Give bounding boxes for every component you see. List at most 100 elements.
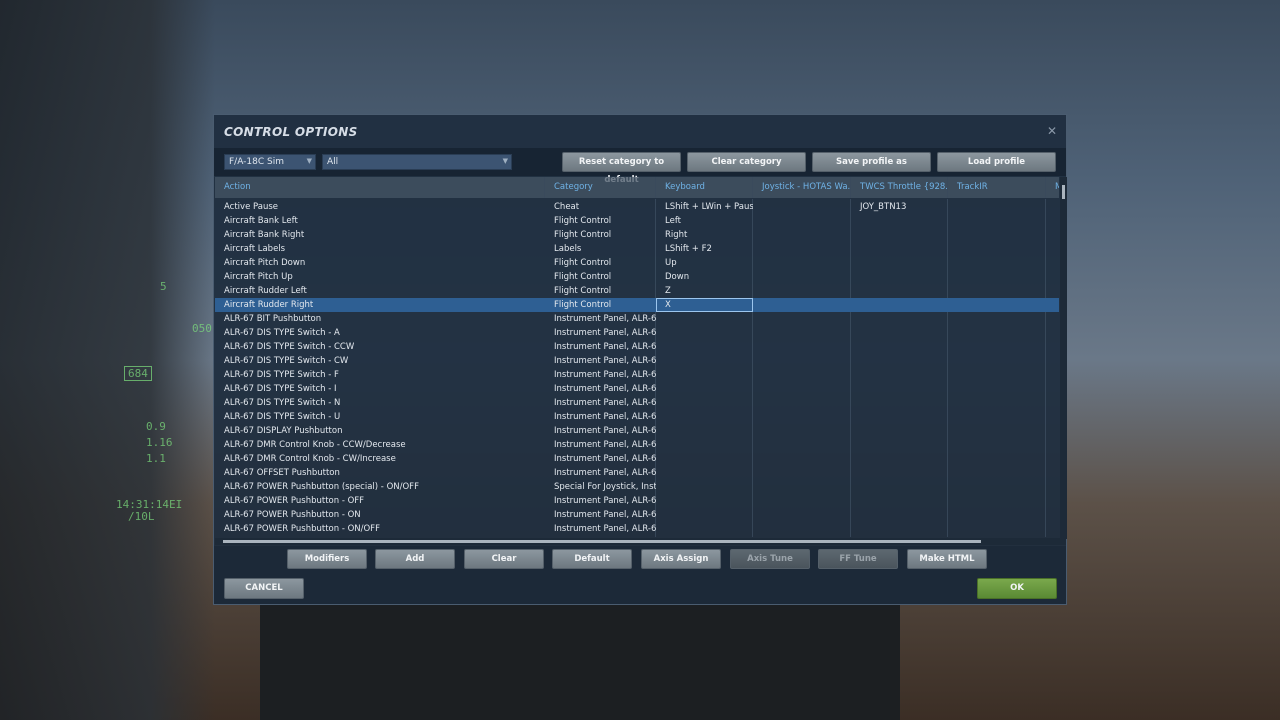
cell-joystick[interactable] xyxy=(753,480,851,494)
cell-category[interactable]: Flight Control xyxy=(545,284,656,298)
scrollbar-thumb[interactable] xyxy=(1062,185,1065,199)
cell-trackir[interactable] xyxy=(948,466,1046,480)
cell-keyboard[interactable]: LShift + F2 xyxy=(656,242,753,256)
cell-joystick[interactable] xyxy=(753,438,851,452)
horizontal-scrollbar[interactable] xyxy=(215,538,1066,545)
cell-category[interactable]: Labels xyxy=(545,242,656,256)
cell-trackir[interactable] xyxy=(948,438,1046,452)
cell-action[interactable]: ALR-67 POWER Pushbutton (special) - ON/O… xyxy=(215,480,545,494)
cell-keyboard[interactable]: Up xyxy=(656,256,753,270)
cell-keyboard[interactable] xyxy=(656,410,753,424)
cell-joystick[interactable] xyxy=(753,396,851,410)
cell-keyboard[interactable] xyxy=(656,424,753,438)
cell-action[interactable]: ALR-67 BIT Pushbutton xyxy=(215,312,545,326)
cell-twcs[interactable] xyxy=(851,438,948,452)
table-row[interactable]: ALR-67 BIT Pushbutton Instrument Panel, A… xyxy=(215,312,1059,326)
axis-tune-button[interactable]: Axis Tune xyxy=(730,549,810,569)
table-row[interactable]: Aircraft Labels Labels LShift + F2 xyxy=(215,242,1059,256)
cell-trackir[interactable] xyxy=(948,326,1046,340)
cell-trackir[interactable] xyxy=(948,312,1046,326)
cell-trackir[interactable] xyxy=(948,508,1046,522)
cell-action[interactable]: Aircraft Rudder Left xyxy=(215,284,545,298)
table-row[interactable]: ALR-67 POWER Pushbutton (special) - ON/O… xyxy=(215,480,1059,494)
modifiers-button[interactable]: Modifiers xyxy=(287,549,367,569)
clear-button[interactable]: Clear xyxy=(464,549,544,569)
cell-trackir[interactable] xyxy=(948,242,1046,256)
cell-joystick[interactable] xyxy=(753,354,851,368)
cell-category[interactable]: Instrument Panel, ALR-67 xyxy=(545,424,656,438)
cell-action[interactable]: Aircraft Rudder Right xyxy=(215,298,545,312)
table-row[interactable]: ALR-67 POWER Pushbutton - ON/OFF Instrume… xyxy=(215,522,1059,536)
cell-twcs[interactable] xyxy=(851,312,948,326)
cell-keyboard[interactable]: LShift + LWin + Pause xyxy=(656,200,753,214)
cell-category[interactable]: Flight Control xyxy=(545,298,656,312)
cell-twcs[interactable] xyxy=(851,214,948,228)
cell-category[interactable]: Flight Control xyxy=(545,270,656,284)
cell-twcs[interactable] xyxy=(851,508,948,522)
cell-action[interactable]: ALR-67 DIS TYPE Switch - CW xyxy=(215,354,545,368)
cell-action[interactable]: Active Pause xyxy=(215,200,545,214)
cell-action[interactable]: ALR-67 DIS TYPE Switch - F xyxy=(215,368,545,382)
vertical-scrollbar[interactable] xyxy=(1060,177,1067,539)
cell-keyboard[interactable] xyxy=(656,340,753,354)
ff-tune-button[interactable]: FF Tune xyxy=(818,549,898,569)
table-row[interactable]: ALR-67 OFFSET Pushbutton Instrument Panel… xyxy=(215,466,1059,480)
cell-twcs[interactable] xyxy=(851,228,948,242)
cell-category[interactable]: Instrument Panel, ALR-67 xyxy=(545,466,656,480)
cell-keyboard[interactable]: Down xyxy=(656,270,753,284)
cell-joystick[interactable] xyxy=(753,298,851,312)
cell-joystick[interactable] xyxy=(753,410,851,424)
cell-category[interactable]: Instrument Panel, ALR-67 xyxy=(545,368,656,382)
cell-trackir[interactable] xyxy=(948,200,1046,214)
column-header-throttle[interactable]: TWCS Throttle {928... xyxy=(851,177,948,198)
close-icon[interactable]: ✕ xyxy=(1047,124,1057,138)
cell-twcs[interactable] xyxy=(851,284,948,298)
table-row[interactable]: ALR-67 DIS TYPE Switch - I Instrument Pan… xyxy=(215,382,1059,396)
cell-keyboard[interactable] xyxy=(656,438,753,452)
axis-assign-button[interactable]: Axis Assign xyxy=(641,549,721,569)
cell-category[interactable]: Instrument Panel, ALR-67 xyxy=(545,508,656,522)
clear-category-button[interactable]: Clear category xyxy=(687,152,806,172)
cell-joystick[interactable] xyxy=(753,494,851,508)
cell-joystick[interactable] xyxy=(753,200,851,214)
cell-keyboard[interactable] xyxy=(656,312,753,326)
cell-action[interactable]: ALR-67 DMR Control Knob - CCW/Decrease xyxy=(215,438,545,452)
cell-keyboard[interactable]: Z xyxy=(656,284,753,298)
table-row[interactable]: Aircraft Bank Left Flight Control Left xyxy=(215,214,1059,228)
cell-joystick[interactable] xyxy=(753,242,851,256)
cell-keyboard[interactable]: X xyxy=(656,298,753,312)
cell-twcs[interactable] xyxy=(851,424,948,438)
cell-action[interactable]: ALR-67 DISPLAY Pushbutton xyxy=(215,424,545,438)
cell-category[interactable]: Instrument Panel, ALR-67 xyxy=(545,312,656,326)
cell-twcs[interactable] xyxy=(851,354,948,368)
cell-keyboard[interactable] xyxy=(656,480,753,494)
cell-twcs[interactable] xyxy=(851,494,948,508)
cell-keyboard[interactable] xyxy=(656,466,753,480)
category-filter-select[interactable]: All ▼ xyxy=(322,154,512,170)
cell-twcs[interactable] xyxy=(851,396,948,410)
cell-joystick[interactable] xyxy=(753,508,851,522)
cell-action[interactable]: ALR-67 POWER Pushbutton - OFF xyxy=(215,494,545,508)
cell-trackir[interactable] xyxy=(948,270,1046,284)
cancel-button[interactable]: CANCEL xyxy=(224,578,304,599)
cell-category[interactable]: Instrument Panel, ALR-67 xyxy=(545,522,656,536)
cell-keyboard[interactable] xyxy=(656,452,753,466)
table-row[interactable]: ALR-67 DIS TYPE Switch - N Instrument Pan… xyxy=(215,396,1059,410)
table-row[interactable]: ALR-67 POWER Pushbutton - OFF Instrument … xyxy=(215,494,1059,508)
cell-category[interactable]: Instrument Panel, ALR-67 xyxy=(545,494,656,508)
cell-keyboard[interactable] xyxy=(656,508,753,522)
cell-category[interactable]: Instrument Panel, ALR-67 xyxy=(545,410,656,424)
cell-trackir[interactable] xyxy=(948,354,1046,368)
cell-keyboard[interactable] xyxy=(656,368,753,382)
cell-category[interactable]: Instrument Panel, ALR-67 xyxy=(545,438,656,452)
column-header-category[interactable]: Category xyxy=(545,177,656,198)
cell-trackir[interactable] xyxy=(948,410,1046,424)
cell-twcs[interactable] xyxy=(851,466,948,480)
aircraft-select[interactable]: F/A-18C Sim ▼ xyxy=(224,154,316,170)
cell-category[interactable]: Flight Control xyxy=(545,214,656,228)
cell-trackir[interactable] xyxy=(948,424,1046,438)
table-row[interactable]: ALR-67 DIS TYPE Switch - F Instrument Pan… xyxy=(215,368,1059,382)
cell-twcs[interactable] xyxy=(851,326,948,340)
load-profile-button[interactable]: Load profile xyxy=(937,152,1056,172)
table-row[interactable]: ALR-67 DIS TYPE Switch - CW Instrument Pa… xyxy=(215,354,1059,368)
